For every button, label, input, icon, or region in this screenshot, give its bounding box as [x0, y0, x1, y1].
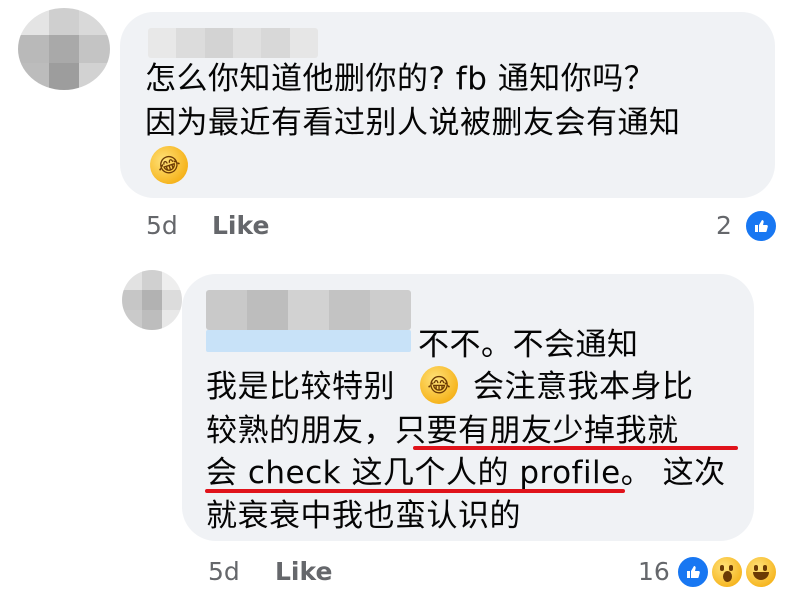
like-button[interactable]: Like [275, 557, 332, 587]
reaction-count[interactable]: 2 [716, 211, 732, 241]
comment-text-line: 因为最近有看过别人说被删友会有通知 [145, 105, 681, 141]
replier-name-redacted[interactable] [206, 290, 411, 330]
reply-text-line: 会 check 这几个人的 profile。 这次 [206, 455, 726, 491]
joy-emoji-icon: 😂 [420, 366, 458, 404]
haha-icon[interactable] [744, 555, 778, 589]
reply-timestamp[interactable]: 5d [208, 557, 240, 587]
like-icon[interactable] [744, 209, 778, 243]
red-underline-annotation [413, 446, 738, 450]
comment-timestamp[interactable]: 5d [146, 211, 178, 241]
reaction-count[interactable]: 16 [638, 557, 670, 587]
comment-text-line: 怎么你知道他删你的? fb 通知你吗？ [145, 61, 656, 97]
commenter-name-redacted[interactable] [148, 28, 318, 58]
replier-avatar[interactable] [122, 270, 182, 330]
reply-text-line: 不不。不会通知 [418, 327, 639, 363]
wow-icon[interactable] [710, 555, 744, 589]
reply-text-line: 会注意我本身比 [473, 369, 694, 405]
red-underline-annotation [205, 489, 625, 493]
like-icon[interactable] [676, 555, 710, 589]
mention-tag-redacted[interactable] [206, 330, 411, 352]
like-button[interactable]: Like [212, 211, 269, 241]
reply-text-line: 就衰衰中我也蛮认识的 [206, 498, 521, 534]
commenter-avatar[interactable] [18, 8, 110, 90]
reply-text-line: 我是比较特别 [206, 369, 395, 405]
